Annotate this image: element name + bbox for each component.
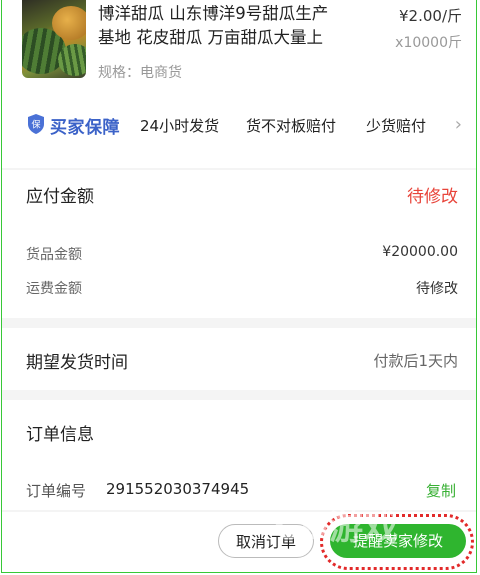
chevron-right-icon[interactable]: ›	[455, 114, 462, 135]
product-thumbnail[interactable]	[22, 0, 86, 78]
guarantee-brand: 买家保障	[50, 118, 120, 138]
shipping-time-value: 付款后1天内	[373, 352, 458, 370]
product-card[interactable]: 博洋甜瓜 山东博洋9号甜瓜生产 基地 花皮甜瓜 万亩甜瓜大量上 ¥2.00/斤 …	[2, 0, 476, 168]
product-quantity: x10000斤	[395, 35, 462, 51]
product-price: ¥2.00/斤	[399, 7, 462, 25]
shipping-time-row[interactable]: 期望发货时间 付款后1天内	[2, 328, 476, 390]
product-spec: 规格：电商货	[98, 65, 182, 81]
goods-amount-label: 货品金额	[26, 247, 82, 263]
freight-amount-label: 运费金额	[26, 281, 82, 297]
product-title-line2: 基地 花皮甜瓜 万亩甜瓜大量上	[98, 28, 323, 47]
order-info-section: 订单信息 订单编号 291552030374945 复制	[2, 400, 476, 510]
guarantee-item-mismatch: 货不对板赔付	[246, 117, 337, 135]
watermark: CD游戏	[274, 508, 400, 548]
product-title-line1: 博洋甜瓜 山东博洋9号甜瓜生产	[98, 4, 329, 23]
copy-button[interactable]: 复制	[426, 480, 456, 501]
product-title: 博洋甜瓜 山东博洋9号甜瓜生产 基地 花皮甜瓜 万亩甜瓜大量上	[98, 2, 374, 50]
buyer-guarantee-bar[interactable]: 保 买家保障 24小时发货 货不对板赔付 少货赔付 ›	[2, 108, 476, 142]
payment-status: 待修改	[407, 187, 458, 207]
guarantee-item-24h: 24小时发货	[140, 117, 220, 135]
bottom-action-bar: 取消订单 提醒卖家修改	[2, 512, 476, 572]
order-number-label: 订单编号	[26, 482, 87, 500]
payment-title: 应付金额	[26, 187, 94, 207]
order-confirm-page: 博洋甜瓜 山东博洋9号甜瓜生产 基地 花皮甜瓜 万亩甜瓜大量上 ¥2.00/斤 …	[1, 0, 477, 573]
svg-text:保: 保	[31, 119, 40, 131]
order-info-title: 订单信息	[26, 425, 94, 445]
shipping-time-label: 期望发货时间	[26, 353, 128, 373]
shield-icon: 保	[28, 114, 44, 134]
guarantee-item-shortage: 少货赔付	[366, 117, 427, 135]
payment-section: 应付金额 待修改 货品金额 ¥20000.00 运费金额 待修改	[2, 170, 476, 318]
goods-amount-value: ¥20000.00	[382, 244, 458, 260]
freight-amount-value: 待修改	[416, 281, 458, 297]
order-number-value: 291552030374945	[106, 480, 250, 498]
